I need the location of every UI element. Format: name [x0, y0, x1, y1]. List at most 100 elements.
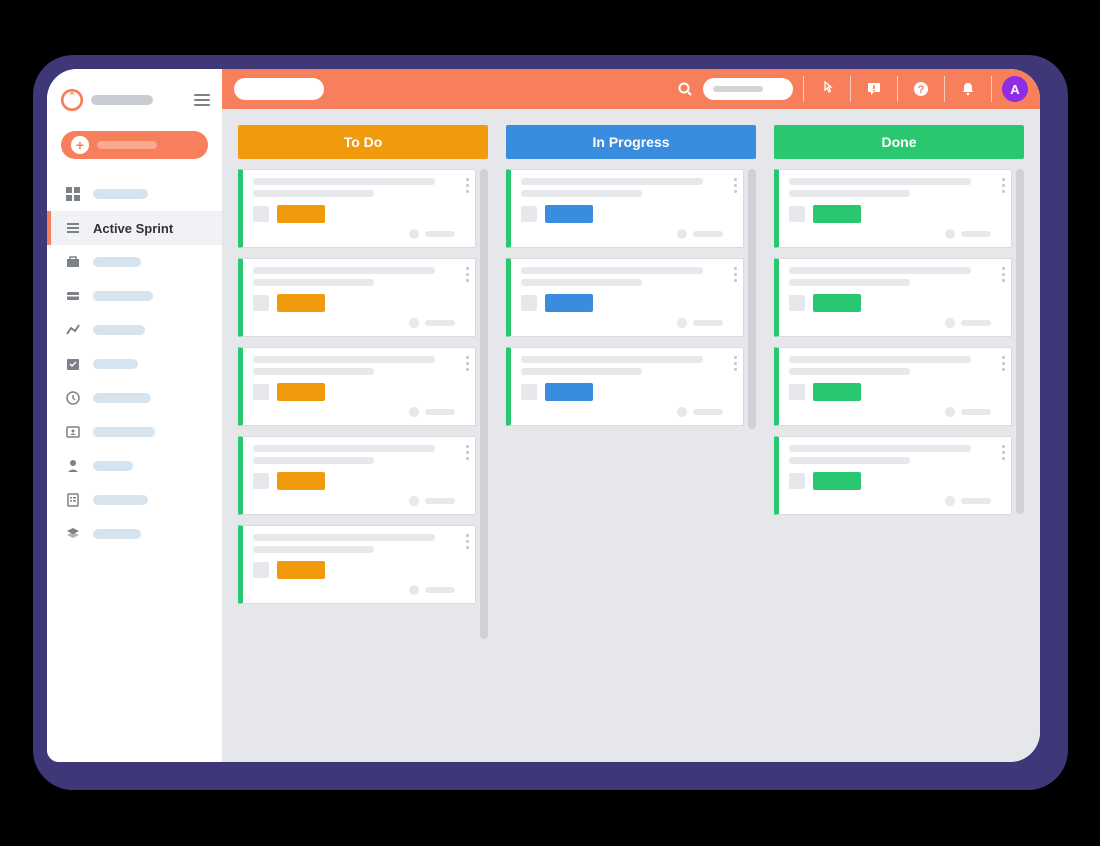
card-menu-icon[interactable]: [733, 267, 737, 282]
search-input[interactable]: [703, 78, 793, 100]
kanban-board: To Do: [222, 109, 1040, 762]
pointer-icon[interactable]: [814, 80, 840, 98]
card-status-tag: [277, 205, 325, 223]
task-card[interactable]: [238, 347, 476, 426]
card-title-line: [253, 534, 435, 541]
nav-contacts[interactable]: [47, 415, 222, 449]
nav-label: [93, 529, 141, 539]
task-card[interactable]: [774, 258, 1012, 337]
nav-forms[interactable]: [47, 483, 222, 517]
nav-dashboard[interactable]: [47, 177, 222, 211]
scrollbar[interactable]: [748, 169, 756, 429]
nav-label: [93, 359, 138, 369]
card-subtitle-line: [253, 457, 374, 464]
card-title-line: [789, 178, 971, 185]
card-tag-row: [521, 383, 723, 401]
card-menu-icon[interactable]: [465, 267, 469, 282]
card-tag-row: [521, 294, 723, 312]
create-button[interactable]: +: [61, 131, 208, 159]
nav-tasks[interactable]: [47, 347, 222, 381]
card-subtitle-line: [789, 368, 910, 375]
card-meta: [961, 498, 991, 504]
card-footer: [521, 229, 723, 239]
task-card[interactable]: [238, 436, 476, 515]
card-tag-row: [253, 205, 455, 223]
card-menu-icon[interactable]: [1001, 178, 1005, 193]
nav-active-sprint[interactable]: Active Sprint: [47, 211, 222, 245]
bell-icon[interactable]: [955, 81, 981, 97]
assignee-avatar: [409, 407, 419, 417]
card-menu-icon[interactable]: [733, 356, 737, 371]
card-menu-icon[interactable]: [465, 178, 469, 193]
card-tag-row: [253, 561, 455, 579]
nav-label: [93, 257, 141, 267]
card-subtitle-line: [521, 368, 642, 375]
card-footer: [253, 585, 455, 595]
card-footer: [253, 407, 455, 417]
card-type-icon: [521, 384, 537, 400]
card-tag-row: [253, 294, 455, 312]
card-type-icon: [253, 473, 269, 489]
nav-users[interactable]: [47, 449, 222, 483]
column-done: Done: [774, 125, 1024, 746]
card-meta: [693, 409, 723, 415]
card-menu-icon[interactable]: [733, 178, 737, 193]
card-tag-row: [789, 472, 991, 490]
scrollbar[interactable]: [480, 169, 488, 639]
card-menu-icon[interactable]: [465, 445, 469, 460]
nav-epics[interactable]: [47, 279, 222, 313]
column-header: To Do: [238, 125, 488, 159]
card-status-tag: [277, 294, 325, 312]
help-icon[interactable]: ?: [908, 81, 934, 97]
brand-logo-icon: [59, 87, 85, 113]
task-card[interactable]: [506, 169, 744, 248]
card-subtitle-line: [521, 279, 642, 286]
task-card[interactable]: [238, 258, 476, 337]
project-selector[interactable]: [234, 78, 324, 100]
card-title-line: [521, 356, 703, 363]
card-menu-icon[interactable]: [1001, 267, 1005, 282]
task-card[interactable]: [774, 347, 1012, 426]
card-footer: [253, 229, 455, 239]
nav-layers[interactable]: [47, 517, 222, 551]
task-card[interactable]: [238, 525, 476, 604]
card-subtitle-line: [253, 368, 374, 375]
card-menu-icon[interactable]: [1001, 445, 1005, 460]
feedback-icon[interactable]: [861, 81, 887, 97]
main-area: ? A To Do: [222, 69, 1040, 762]
card-tag-row: [789, 383, 991, 401]
id-icon: [65, 424, 81, 440]
card-menu-icon[interactable]: [465, 356, 469, 371]
task-card[interactable]: [506, 258, 744, 337]
menu-toggle-icon[interactable]: [194, 94, 210, 106]
scrollbar[interactable]: [1016, 169, 1024, 514]
nav-backlog[interactable]: [47, 245, 222, 279]
card-type-icon: [253, 384, 269, 400]
task-card[interactable]: [506, 347, 744, 426]
card-menu-icon[interactable]: [1001, 356, 1005, 371]
card-type-icon: [521, 295, 537, 311]
card-subtitle-line: [521, 190, 642, 197]
card-subtitle-line: [789, 190, 910, 197]
search-icon[interactable]: [677, 81, 693, 97]
task-card[interactable]: [238, 169, 476, 248]
card-icon: [65, 288, 81, 304]
card-title-line: [253, 267, 435, 274]
nav-timesheet[interactable]: [47, 381, 222, 415]
app-window: + Active Sprint: [47, 69, 1040, 762]
card-title-line: [521, 267, 703, 274]
nav-reports[interactable]: [47, 313, 222, 347]
card-menu-icon[interactable]: [465, 534, 469, 549]
column-todo: To Do: [238, 125, 488, 746]
person-icon: [65, 458, 81, 474]
card-title-line: [789, 445, 971, 452]
assignee-avatar: [409, 585, 419, 595]
task-card[interactable]: [774, 169, 1012, 248]
task-card[interactable]: [774, 436, 1012, 515]
device-frame: + Active Sprint: [33, 55, 1068, 790]
user-avatar[interactable]: A: [1002, 76, 1028, 102]
assignee-avatar: [409, 496, 419, 506]
card-title-line: [521, 178, 703, 185]
card-status-tag: [545, 294, 593, 312]
nav-label: [93, 189, 148, 199]
